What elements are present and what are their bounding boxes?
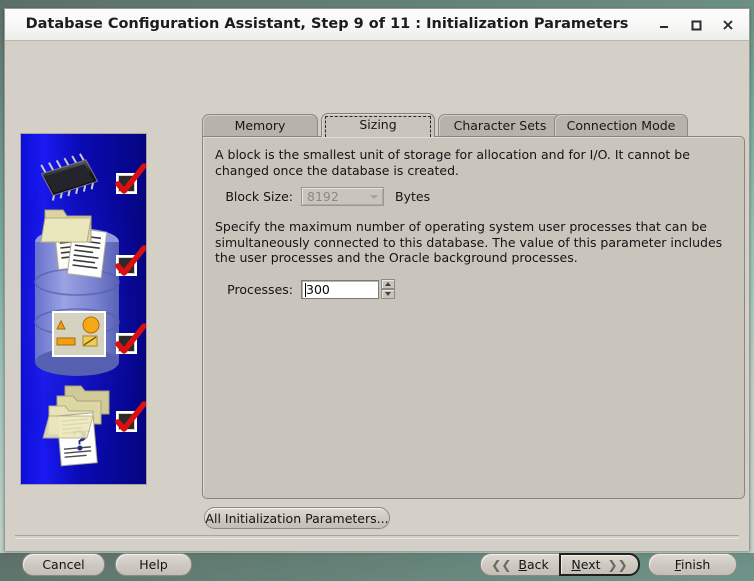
processes-row: Processes: 300 [215, 279, 395, 299]
maximize-button[interactable] [681, 12, 711, 38]
tab-memory-label: Memory [234, 118, 286, 133]
chevron-right-icon: ❯❯ [607, 557, 628, 572]
finish-button[interactable]: Finish [648, 553, 737, 576]
block-size-unit: Bytes [395, 189, 431, 204]
processes-value: 300 [306, 281, 330, 297]
back-label: Back [518, 557, 549, 572]
processes-stepper[interactable] [381, 279, 395, 299]
triangle-up-icon [385, 282, 391, 286]
tab-connection-mode-label: Connection Mode [566, 118, 676, 133]
wizard-sidebar-graphic: ? [20, 133, 147, 485]
close-button[interactable] [713, 12, 743, 38]
footer-separator [15, 535, 739, 539]
tab-strip: Memory Sizing Character Sets Connection … [202, 113, 745, 137]
footer-button-bar: Cancel Help ❮❮ Back Next ❯❯ Finish [5, 541, 751, 581]
help-label: Help [139, 557, 168, 572]
tab-sizing[interactable]: Sizing [321, 113, 435, 137]
help-button[interactable]: Help [115, 553, 192, 576]
title-bar: Database Configuration Assistant, Step 9… [5, 9, 749, 41]
cancel-button[interactable]: Cancel [22, 553, 105, 576]
next-button[interactable]: Next ❯❯ [559, 553, 640, 576]
finish-label: Finish [674, 557, 711, 572]
tab-character-sets-label: Character Sets [453, 118, 547, 133]
processes-label: Processes: [227, 281, 293, 297]
navigation-button-group: ❮❮ Back Next ❯❯ [480, 553, 640, 576]
processes-input[interactable]: 300 [301, 279, 379, 299]
tab-connection-mode[interactable]: Connection Mode [554, 114, 688, 136]
chevron-down-icon [370, 195, 378, 199]
minimize-button[interactable] [649, 12, 679, 38]
block-size-row: Block Size: 8192 Bytes [215, 187, 430, 206]
cancel-label: Cancel [42, 557, 85, 572]
tab-character-sets[interactable]: Character Sets [438, 114, 562, 136]
chevron-left-icon: ❮❮ [491, 557, 512, 572]
maximize-icon [691, 20, 702, 30]
stepper-up-button[interactable] [381, 279, 395, 289]
tab-sizing-label: Sizing [359, 117, 397, 132]
window-client-area: ? Memory Sizing Character Sets Connectio… [5, 41, 749, 576]
all-initialization-parameters-label: All Initialization Parameters... [205, 510, 389, 526]
block-size-value: 8192 [307, 189, 339, 204]
text-caret [305, 282, 306, 297]
close-icon [723, 19, 733, 30]
triangle-down-icon [385, 292, 391, 296]
next-label: Next [571, 557, 601, 572]
dbca-illustration: ? [21, 134, 146, 484]
block-size-description: A block is the smallest unit of storage … [215, 147, 690, 178]
window-controls [649, 9, 743, 40]
back-button[interactable]: ❮❮ Back [480, 553, 559, 576]
minimize-icon [660, 25, 668, 28]
tab-memory[interactable]: Memory [202, 114, 318, 136]
all-initialization-parameters-button[interactable]: All Initialization Parameters... [204, 507, 390, 529]
sizing-panel: A block is the smallest unit of storage … [202, 136, 745, 499]
block-size-label: Block Size: [225, 189, 293, 204]
processes-description: Specify the maximum number of operating … [215, 219, 723, 265]
stepper-down-button[interactable] [381, 289, 395, 299]
dbca-window: Database Configuration Assistant, Step 9… [4, 8, 750, 576]
window-title: Database Configuration Assistant, Step 9… [25, 16, 629, 32]
block-size-input: 8192 [301, 187, 384, 206]
